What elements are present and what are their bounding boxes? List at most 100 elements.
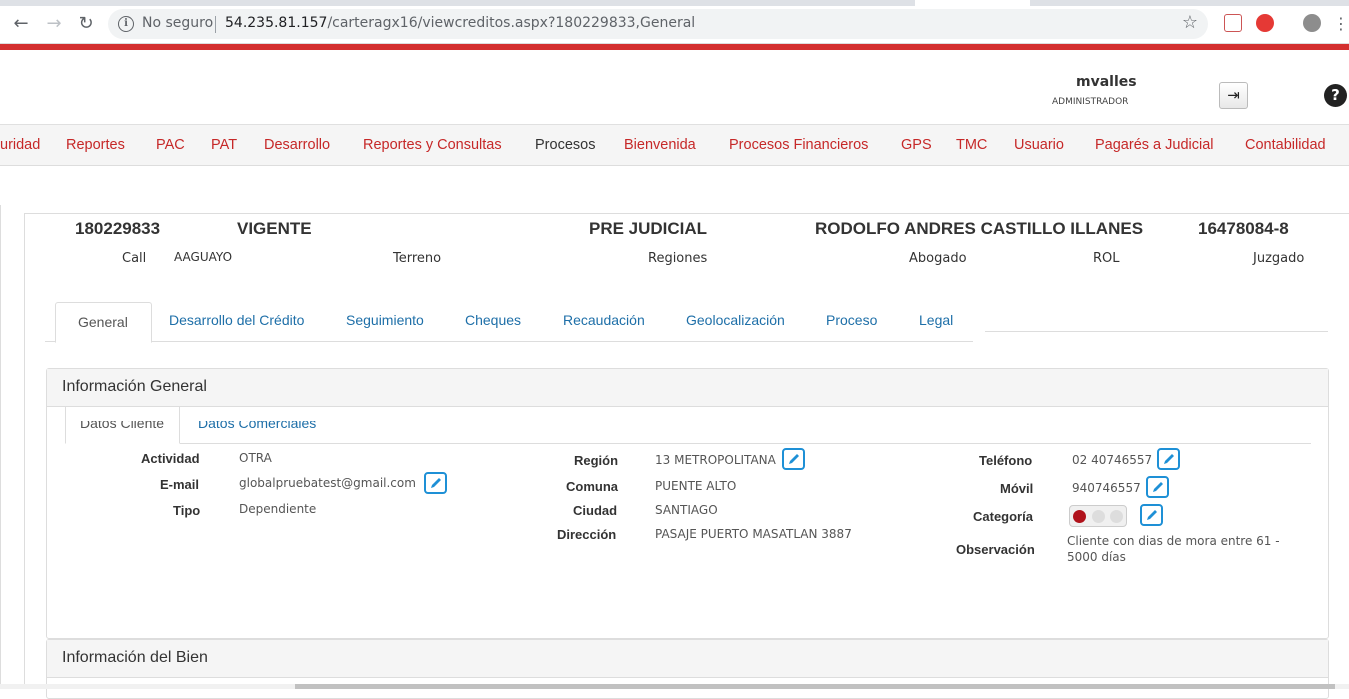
credit-status: VIGENTE: [237, 219, 312, 238]
back-icon[interactable]: ←: [11, 14, 31, 34]
scrollbar-thumb[interactable]: [295, 684, 1335, 689]
abogado-label: Abogado: [909, 251, 967, 266]
actividad-value: OTRA: [239, 451, 272, 465]
comuna-value: PUENTE ALTO: [655, 479, 737, 493]
subtab-datos-cliente-label: Datos Cliente: [80, 415, 165, 431]
email-label: E-mail: [160, 477, 200, 492]
menu-item-tmc[interactable]: TMC: [956, 137, 987, 153]
main-menu: uridad Reportes PAC PAT Desarrollo Repor…: [0, 124, 1349, 166]
url-host: 54.235.81.157: [225, 15, 328, 31]
direccion-label: Dirección: [557, 527, 617, 542]
active-browser-tab[interactable]: [915, 0, 1030, 6]
client-rut: 16478084-8: [1198, 219, 1289, 238]
terreno-label: Terreno: [393, 251, 442, 266]
direccion-value: PASAJE PUERTO MASATLAN 3887: [655, 527, 852, 541]
edit-email-icon[interactable]: [424, 472, 447, 494]
subtabs-underline: [179, 443, 1311, 444]
info-icon[interactable]: i: [118, 16, 134, 32]
tab-cheques[interactable]: Cheques: [465, 312, 521, 328]
rol-label: ROL: [1093, 251, 1120, 266]
menu-item-pagares-judicial[interactable]: Pagarés a Judicial: [1095, 137, 1214, 153]
tipo-label: Tipo: [173, 503, 201, 518]
comuna-label: Comuna: [566, 479, 618, 494]
telefono-value: 02 40746557: [1072, 453, 1153, 467]
tabs-underline-right: [985, 331, 1328, 332]
pdf-extension-icon[interactable]: [1224, 14, 1242, 32]
tab-strip: [0, 0, 1349, 6]
chrome-menu-icon[interactable]: ⋮: [1333, 14, 1349, 34]
menu-item-desarrollo[interactable]: Desarrollo: [264, 137, 330, 153]
tab-legal[interactable]: Legal: [919, 312, 953, 328]
region-label: Región: [574, 453, 619, 468]
edit-categoria-icon[interactable]: [1140, 504, 1163, 526]
categoria-label: Categoría: [973, 509, 1033, 524]
address-bar[interactable]: i No seguro 54.235.81.157/carteragx16/vi…: [108, 9, 1208, 39]
tabs-underline: [45, 341, 973, 342]
tab-geolocalizacion[interactable]: Geolocalización: [686, 312, 785, 328]
movil-value: 940746557: [1072, 481, 1141, 495]
call-label: Call: [122, 251, 147, 266]
observacion-label: Observación: [956, 542, 1035, 557]
menu-item-bienvenida[interactable]: Bienvenida: [624, 137, 696, 153]
menu-item-pac[interactable]: PAC: [156, 137, 185, 153]
url-path: /carteragx16/viewcreditos.aspx?180229833…: [327, 15, 696, 31]
categoria-dot-3: [1110, 510, 1123, 523]
left-border: [0, 205, 1, 689]
subtab-datos-cliente[interactable]: Datos Cliente: [65, 407, 180, 444]
edit-movil-icon[interactable]: [1146, 476, 1169, 498]
movil-label: Móvil: [1000, 481, 1034, 496]
region-value: 13 METROPOLITANA: [655, 453, 776, 467]
menu-item-reportes-consultas[interactable]: Reportes y Consultas: [363, 137, 502, 153]
user-role: ADMINISTRADOR: [1052, 97, 1129, 107]
bookmark-star-icon[interactable]: ☆: [1182, 12, 1198, 33]
call-value: AAGUAYO: [174, 250, 233, 264]
reload-icon[interactable]: ↻: [76, 14, 96, 34]
menu-item-procesos-financieros[interactable]: Procesos Financieros: [729, 137, 868, 153]
browser-toolbar: ← → ↻ i No seguro 54.235.81.157/carterag…: [0, 0, 1349, 44]
menu-item-pat[interactable]: PAT: [211, 137, 237, 153]
menu-item-procesos[interactable]: Procesos: [535, 137, 595, 153]
client-name: RODOLFO ANDRES CASTILLO ILLANES: [815, 219, 1144, 238]
tab-proceso[interactable]: Proceso: [826, 312, 877, 328]
categoria-dot-1: [1073, 510, 1086, 523]
url-text[interactable]: 54.235.81.157/carteragx16/viewcreditos.a…: [225, 15, 695, 31]
edit-telefono-icon[interactable]: [1157, 448, 1180, 470]
menu-item-reportes[interactable]: Reportes: [66, 137, 125, 153]
telefono-label: Teléfono: [979, 453, 1033, 468]
logout-icon[interactable]: ⇥: [1219, 82, 1248, 109]
panel-bien-title: Información del Bien: [47, 640, 1328, 678]
profile-avatar[interactable]: [1303, 14, 1321, 32]
horizontal-scrollbar[interactable]: [0, 684, 1349, 689]
panel-informacion-bien: Información del Bien: [46, 639, 1329, 699]
tab-recaudacion[interactable]: Recaudación: [563, 312, 645, 328]
brand-stripe: [0, 44, 1349, 50]
categoria-indicator: [1069, 505, 1127, 527]
email-value: globalpruebatest@gmail.com: [239, 476, 416, 490]
forward-icon[interactable]: →: [44, 14, 64, 34]
tab-seguimiento[interactable]: Seguimiento: [346, 312, 424, 328]
observacion-value: Cliente con dias de mora entre 61 - 5000…: [1067, 534, 1280, 564]
tab-general[interactable]: General: [55, 302, 152, 343]
juzgado-label: Juzgado: [1253, 251, 1305, 266]
credit-stage: PRE JUDICIAL: [589, 219, 708, 238]
regiones-label: Regiones: [648, 251, 708, 266]
menu-item-gps[interactable]: GPS: [901, 137, 932, 153]
credit-number: 180229833: [75, 219, 161, 238]
ciudad-value: SANTIAGO: [655, 503, 718, 517]
tipo-value: Dependiente: [239, 502, 317, 516]
ciudad-label: Ciudad: [573, 503, 618, 518]
extension-icon[interactable]: [1256, 14, 1274, 32]
panel-title: Información General: [47, 369, 1328, 407]
tab-general-label: General: [78, 314, 128, 330]
username: mvalles: [1076, 74, 1137, 90]
address-separator: [215, 16, 216, 33]
tab-desarrollo-credito[interactable]: Desarrollo del Crédito: [169, 312, 304, 328]
actividad-label: Actividad: [141, 451, 200, 466]
menu-item-usuario[interactable]: Usuario: [1014, 137, 1064, 153]
security-label: No seguro: [142, 15, 214, 31]
edit-region-icon[interactable]: [782, 448, 805, 470]
categoria-dot-2: [1092, 510, 1105, 523]
menu-item-contabilidad[interactable]: Contabilidad: [1245, 137, 1326, 153]
menu-item-seguridad[interactable]: uridad: [0, 137, 40, 153]
help-icon[interactable]: ?: [1324, 84, 1347, 107]
